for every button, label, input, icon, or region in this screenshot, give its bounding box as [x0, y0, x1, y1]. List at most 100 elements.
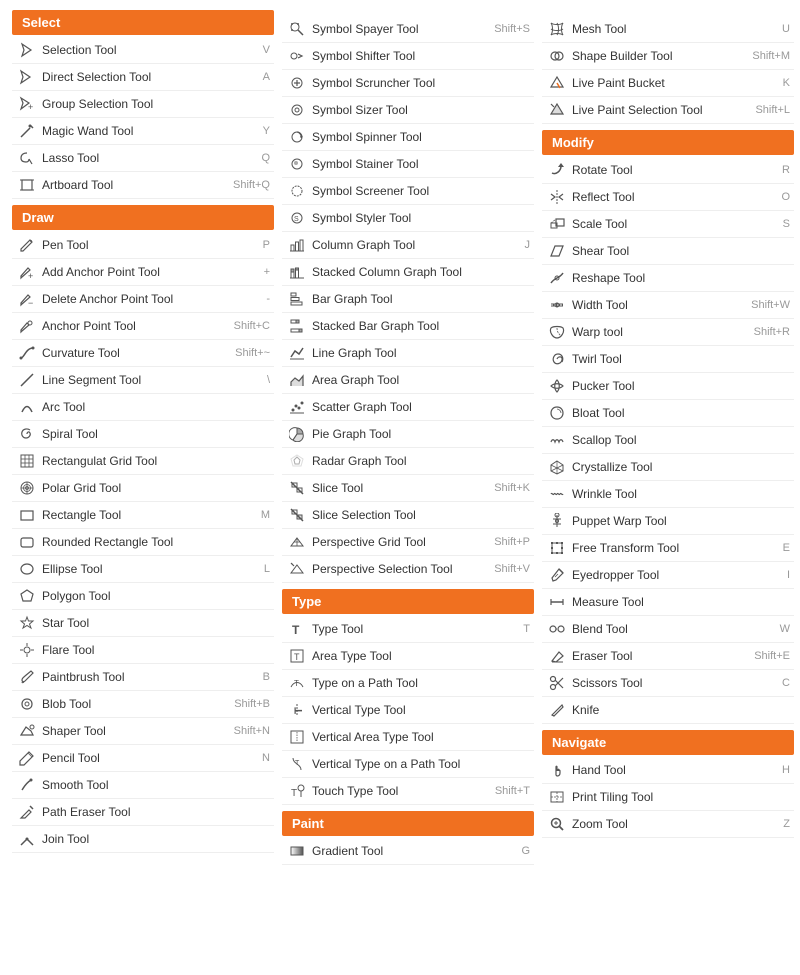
tool-item[interactable]: Blend ToolW	[542, 616, 794, 643]
tool-item[interactable]: −Delete Anchor Point Tool-	[12, 286, 274, 313]
tool-item[interactable]: Pucker Tool	[542, 373, 794, 400]
tool-item[interactable]: Scissors ToolC	[542, 670, 794, 697]
tool-item[interactable]: TVertical Type on a Path Tool	[282, 751, 534, 778]
tool-item[interactable]: Slice Selection Tool	[282, 502, 534, 529]
tool-item[interactable]: Symbol Shifter Tool	[282, 43, 534, 70]
tool-item[interactable]: Rounded Rectangle Tool	[12, 529, 274, 556]
svg-text:T: T	[294, 652, 300, 662]
tool-name: Paintbrush Tool	[38, 670, 263, 684]
tool-item[interactable]: Area Graph Tool	[282, 367, 534, 394]
tool-item[interactable]: Symbol Spayer ToolShift+S	[282, 16, 534, 43]
tool-item[interactable]: Magic Wand ToolY	[12, 118, 274, 145]
tool-item[interactable]: Symbol Screener Tool	[282, 178, 534, 205]
tool-item[interactable]: TVertical Type Tool	[282, 697, 534, 724]
tool-item[interactable]: Reshape Tool	[542, 265, 794, 292]
tool-item[interactable]: Knife	[542, 697, 794, 724]
tool-item[interactable]: Polygon Tool	[12, 583, 274, 610]
tool-item[interactable]: Flare Tool	[12, 637, 274, 664]
tool-shortcut: T	[523, 623, 530, 635]
tool-item[interactable]: Rectangle ToolM	[12, 502, 274, 529]
tool-item[interactable]: +Add Anchor Point Tool+	[12, 259, 274, 286]
tool-item[interactable]: Rectangulat Grid Tool	[12, 448, 274, 475]
tool-item[interactable]: Artboard ToolShift+Q	[12, 172, 274, 199]
tool-item[interactable]: SSymbol Styler Tool	[282, 205, 534, 232]
tool-item[interactable]: Lasso ToolQ	[12, 145, 274, 172]
tool-item[interactable]: Stacked Column Graph Tool	[282, 259, 534, 286]
tool-name: Shaper Tool	[38, 724, 234, 738]
tool-item[interactable]: Scatter Graph Tool	[282, 394, 534, 421]
tool-item[interactable]: Twirl Tool	[542, 346, 794, 373]
tool-item[interactable]: Print Tiling Tool	[542, 784, 794, 811]
tool-item[interactable]: Width ToolShift+W	[542, 292, 794, 319]
tool-item[interactable]: Symbol Stainer Tool	[282, 151, 534, 178]
tool-item[interactable]: Join Tool	[12, 826, 274, 853]
tool-item[interactable]: Perspective Grid ToolShift+P	[282, 529, 534, 556]
tool-item[interactable]: Anchor Point ToolShift+C	[12, 313, 274, 340]
tool-item[interactable]: +Group Selection Tool	[12, 91, 274, 118]
tool-item[interactable]: Live Paint Selection ToolShift+L	[542, 97, 794, 124]
tool-item[interactable]: Puppet Warp Tool	[542, 508, 794, 535]
tool-item[interactable]: TArea Type Tool	[282, 643, 534, 670]
tool-item[interactable]: Symbol Spinner Tool	[282, 124, 534, 151]
tool-item[interactable]: Hand ToolH	[542, 757, 794, 784]
tool-item[interactable]: Perspective Selection ToolShift+V	[282, 556, 534, 583]
tool-item[interactable]: Star Tool	[12, 610, 274, 637]
tool-item[interactable]: TTouch Type ToolShift+T	[282, 778, 534, 805]
tool-item[interactable]: Column Graph ToolJ	[282, 232, 534, 259]
tool-item[interactable]: Shaper ToolShift+N	[12, 718, 274, 745]
tool-item[interactable]: Measure Tool	[542, 589, 794, 616]
tool-item[interactable]: Zoom ToolZ	[542, 811, 794, 838]
tool-item[interactable]: Reflect ToolO	[542, 184, 794, 211]
vertareatype-icon	[286, 727, 308, 747]
tool-item[interactable]: Slice ToolShift+K	[282, 475, 534, 502]
tool-item[interactable]: Warp toolShift+R	[542, 319, 794, 346]
tool-name: Vertical Type Tool	[308, 703, 530, 717]
main-container: SelectSelection ToolVDirect Selection To…	[0, 0, 800, 881]
tool-shortcut: Y	[263, 125, 270, 137]
tool-item[interactable]: Eraser ToolShift+E	[542, 643, 794, 670]
tool-item[interactable]: Stacked Bar Graph Tool	[282, 313, 534, 340]
tool-item[interactable]: Mesh ToolU	[542, 16, 794, 43]
tool-item[interactable]: Crystallize Tool	[542, 454, 794, 481]
tool-item[interactable]: Shape Builder ToolShift+M	[542, 43, 794, 70]
tool-item[interactable]: Blob ToolShift+B	[12, 691, 274, 718]
tool-shortcut: M	[261, 509, 270, 521]
tool-item[interactable]: Wrinkle Tool	[542, 481, 794, 508]
tool-item[interactable]: Symbol Scruncher Tool	[282, 70, 534, 97]
printtile-icon	[546, 787, 568, 807]
tool-item[interactable]: Paintbrush ToolB	[12, 664, 274, 691]
tool-item[interactable]: Path Eraser Tool	[12, 799, 274, 826]
tool-item[interactable]: Pencil ToolN	[12, 745, 274, 772]
tool-item[interactable]: Radar Graph Tool	[282, 448, 534, 475]
tool-item[interactable]: Symbol Sizer Tool	[282, 97, 534, 124]
tool-item[interactable]: Bar Graph Tool	[282, 286, 534, 313]
tool-item[interactable]: Line Graph Tool	[282, 340, 534, 367]
tool-item[interactable]: Shear Tool	[542, 238, 794, 265]
tool-item[interactable]: Curvature ToolShift+~	[12, 340, 274, 367]
tool-item[interactable]: Ellipse ToolL	[12, 556, 274, 583]
tool-item[interactable]: Scallop Tool	[542, 427, 794, 454]
tool-item[interactable]: Live Paint BucketK	[542, 70, 794, 97]
tool-item[interactable]: Polar Grid Tool	[12, 475, 274, 502]
artboard-icon	[16, 175, 38, 195]
tool-item[interactable]: Free Transform ToolE	[542, 535, 794, 562]
tool-item[interactable]: Bloat Tool	[542, 400, 794, 427]
tool-item[interactable]: Selection ToolV	[12, 37, 274, 64]
tool-item[interactable]: Scale ToolS	[542, 211, 794, 238]
smooth-icon	[16, 775, 38, 795]
tool-item[interactable]: TType ToolT	[282, 616, 534, 643]
tool-item[interactable]: Smooth Tool	[12, 772, 274, 799]
tool-item[interactable]: Eyedropper ToolI	[542, 562, 794, 589]
tool-item[interactable]: Arc Tool	[12, 394, 274, 421]
tool-name: Twirl Tool	[568, 352, 790, 366]
tool-item[interactable]: Line Segment Tool\	[12, 367, 274, 394]
tool-item[interactable]: Rotate ToolR	[542, 157, 794, 184]
tool-item[interactable]: Gradient ToolG	[282, 838, 534, 865]
tool-item[interactable]: TType on a Path Tool	[282, 670, 534, 697]
tool-item[interactable]: Pen ToolP	[12, 232, 274, 259]
tool-item[interactable]: Pie Graph Tool	[282, 421, 534, 448]
tool-item[interactable]: Spiral Tool	[12, 421, 274, 448]
tool-item[interactable]: Vertical Area Type Tool	[282, 724, 534, 751]
tool-name: Join Tool	[38, 832, 270, 846]
tool-item[interactable]: Direct Selection ToolA	[12, 64, 274, 91]
